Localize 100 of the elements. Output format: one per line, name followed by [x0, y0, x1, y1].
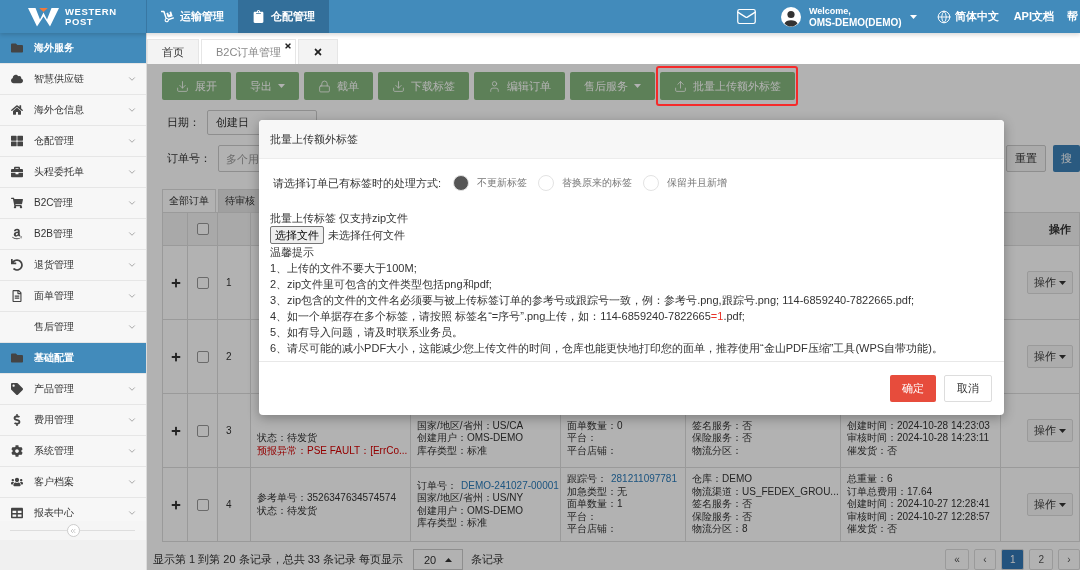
detail-text: 面单数量：1 — [567, 498, 623, 511]
row-number: 3 — [225, 425, 232, 436]
language-menu[interactable]: 简体中文 — [936, 9, 999, 24]
field-label: 日期： — [167, 115, 200, 130]
sidebar-group[interactable]: 基础配置 — [0, 343, 146, 374]
globe-icon — [936, 9, 951, 24]
detail-link[interactable]: DEMO-241027-00001 — [461, 479, 559, 491]
detail-text: 状态：待发货 — [257, 504, 317, 517]
nav-item[interactable]: 仓配管理 — [238, 0, 329, 33]
caret-icon — [445, 557, 453, 562]
action-button[interactable]: 操作 — [1027, 345, 1073, 368]
detail-text: 物流渠道：US_FEDEX_GROU... — [692, 485, 839, 499]
dollar-icon — [11, 414, 23, 426]
chevron-icon — [127, 384, 137, 394]
plus-icon[interactable] — [170, 425, 181, 436]
action-button[interactable]: 操作 — [1027, 271, 1073, 294]
sidebar-item[interactable]: 客户档案 — [0, 467, 146, 498]
sidebar-item[interactable]: B2C管理 — [0, 188, 146, 219]
checkbox[interactable] — [197, 498, 209, 511]
detail-text: 催发货：否 — [847, 444, 897, 457]
radio-button[interactable] — [643, 175, 660, 191]
tag-icon — [11, 383, 23, 395]
sidebar-group[interactable]: 海外服务 — [0, 33, 146, 64]
page-button[interactable]: ‹ — [973, 549, 996, 570]
caret-icon — [1059, 354, 1066, 359]
caret-icon — [1059, 502, 1066, 507]
action-button[interactable]: 操作 — [1027, 493, 1073, 516]
field-label: 订单号： — [167, 151, 211, 166]
close-icon — [313, 47, 324, 57]
page-button[interactable]: 2 — [1029, 549, 1053, 570]
header-link[interactable]: API文档 — [1013, 9, 1054, 24]
download-icon — [176, 79, 189, 93]
detail-text: 审核时间：2024-10-27 12:28:57 — [847, 510, 990, 524]
plus-icon[interactable] — [170, 277, 181, 288]
user-icon — [488, 79, 501, 93]
settings-icon — [11, 445, 23, 457]
radio-label: 不更新标签 — [477, 176, 528, 190]
chevron-icon — [127, 260, 137, 270]
page-button[interactable]: › — [1058, 549, 1080, 570]
checkbox[interactable] — [197, 350, 209, 363]
sidebar-item[interactable]: 海外仓信息 — [0, 95, 146, 126]
sidebar-item[interactable]: 产品管理 — [0, 374, 146, 405]
page-size-select[interactable]: 20 — [413, 549, 464, 570]
sidebar-item[interactable]: 费用管理 — [0, 405, 146, 436]
page-button[interactable]: « — [945, 549, 969, 570]
radio-label: 保留并且新增 — [667, 176, 728, 190]
detail-text: 创建用户：OMS-DEMO — [417, 432, 524, 445]
user-menu[interactable]: Welcome, OMS-DEMO(DEMO) — [780, 4, 917, 29]
chevron-icon — [127, 477, 137, 487]
cancel-button[interactable]: 取消 — [944, 375, 992, 402]
mail-icon[interactable] — [735, 6, 757, 27]
users-icon — [11, 476, 23, 488]
dialog-title: 批量上传额外标签 — [259, 120, 1004, 159]
page-button[interactable]: 1 — [1000, 549, 1025, 570]
tip-text: 6、请尽可能的减小PDF大小，这能减少您上传文件的时间，仓库也能更快地打印您的面单，推荐使用“金山PDF压缩”工具(WPS自带功能)。 — [270, 341, 944, 356]
caret-icon — [1059, 428, 1066, 433]
sidebar-item[interactable]: 售后管理 — [0, 312, 146, 343]
radio-button[interactable] — [538, 175, 555, 191]
detail-text: 签名服务：否 — [692, 419, 752, 432]
action-button[interactable]: 操作 — [1027, 419, 1073, 442]
detail-text: 订单总费用：17.64 — [847, 485, 933, 499]
clipboard-icon — [252, 10, 265, 23]
file-button[interactable]: 选择文件 — [270, 226, 324, 244]
row-number: 4 — [225, 499, 232, 510]
sidebar-item[interactable]: 智慧供应链 — [0, 64, 146, 95]
nav-item[interactable]: 运输管理 — [147, 0, 238, 33]
checkbox[interactable] — [197, 424, 209, 437]
checkbox[interactable] — [197, 276, 209, 289]
detail-link[interactable]: 281211097781 — [611, 473, 677, 485]
sidebar-item[interactable]: 仓配管理 — [0, 126, 146, 157]
sidebar-item[interactable]: 报表中心 — [0, 498, 146, 521]
checkbox[interactable] — [197, 223, 209, 235]
confirm-button[interactable]: 确定 — [890, 375, 936, 402]
detail-text: 创建时间：2024-10-28 14:23:03 — [847, 419, 990, 432]
hand-truck-icon — [161, 10, 174, 23]
tip-text: 5、如有导入问题，请及时联系业务员。 — [270, 325, 465, 340]
plus-icon[interactable] — [170, 351, 181, 362]
sidebar-item[interactable]: 系统管理 — [0, 436, 146, 467]
file-status: 未选择任何文件 — [328, 227, 405, 243]
table-tab[interactable]: 待审核 — [218, 189, 262, 212]
chevron-icon — [127, 322, 137, 332]
sidebar-item[interactable]: 头程委托单 — [0, 157, 146, 188]
records-label: 条记录 — [471, 552, 505, 567]
detail-text: 参考单号：3526347634574574 — [257, 492, 396, 505]
table-tab[interactable]: 全部订单 — [162, 189, 216, 212]
radio-button[interactable] — [453, 175, 470, 191]
close-icon[interactable] — [284, 42, 293, 50]
header-link[interactable]: 帮 — [1067, 9, 1078, 24]
plus-icon[interactable] — [170, 499, 181, 510]
sidebar-item[interactable]: 面单管理 — [0, 281, 146, 312]
close-tab-button[interactable] — [298, 39, 339, 64]
page-tab[interactable]: B2C订单管理 — [201, 39, 297, 64]
detail-text: 创建用户：OMS-DEMO — [417, 504, 524, 517]
sidebar-item[interactable]: B2B管理 — [0, 219, 146, 250]
page-tab[interactable]: 首页 — [147, 39, 199, 64]
reset-button[interactable]: 重置 — [1006, 145, 1046, 172]
sidebar-item[interactable]: 退货管理 — [0, 250, 146, 281]
search-button[interactable]: 搜 — [1053, 145, 1080, 172]
logo-text: WESTERN POST — [65, 6, 117, 27]
tip-text: 3、zip包含的文件的文件名必须要与被上传标签订单的参考号或跟踪号一致，例：参考号.png,跟踪号.png; 114-6859240-7822665.pdf; — [270, 293, 916, 308]
